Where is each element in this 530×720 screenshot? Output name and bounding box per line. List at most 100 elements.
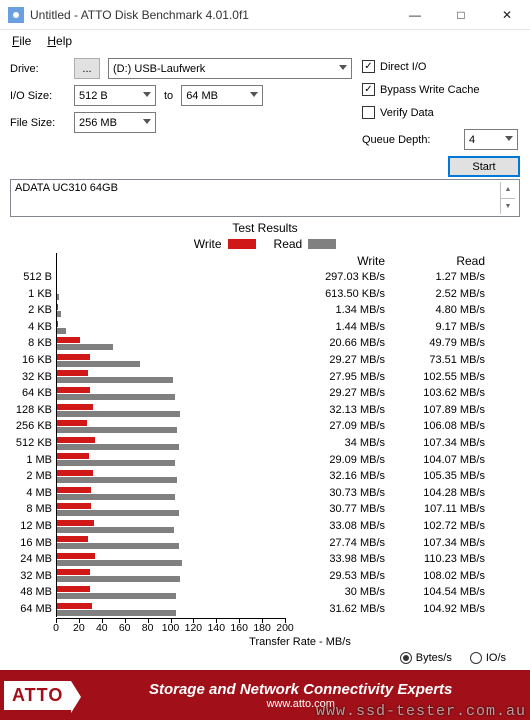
read-value: 73.51 MB/s: [385, 352, 485, 369]
start-button[interactable]: Start: [448, 156, 520, 177]
spinner-up[interactable]: ▲: [501, 182, 515, 199]
bypass-cache-checkbox[interactable]: ✓Bypass Write Cache: [362, 83, 520, 96]
chart-row: [56, 385, 285, 402]
filesize-value: 256 MB: [79, 117, 117, 129]
io-to-label: to: [164, 90, 173, 102]
y-label: 128 KB: [10, 402, 52, 419]
queue-label: Queue Depth:: [362, 134, 431, 146]
minimize-button[interactable]: —: [392, 0, 438, 29]
read-column: Read1.27 MB/s2.52 MB/s4.80 MB/s9.17 MB/s…: [385, 253, 485, 617]
menu-bar: File Help: [0, 30, 530, 54]
chart-row: [56, 551, 285, 568]
write-value: 20.66 MB/s: [285, 335, 385, 352]
chevron-down-icon: [339, 65, 347, 70]
radio-icon: [470, 652, 482, 664]
verify-data-checkbox[interactable]: Verify Data: [362, 106, 520, 119]
io-to-select[interactable]: 64 MB: [181, 85, 263, 106]
write-bar: [56, 337, 80, 343]
read-value: 110.23 MB/s: [385, 551, 485, 568]
read-value: 1.27 MB/s: [385, 269, 485, 286]
verify-data-label: Verify Data: [380, 107, 434, 119]
io-from-value: 512 B: [79, 90, 108, 102]
atto-logo: ATTO: [4, 681, 71, 710]
chart-y-labels: 512 B1 KB2 KB4 KB8 KB16 KB32 KB64 KB128 …: [10, 253, 56, 617]
bar-chart: [56, 253, 285, 617]
x-tick-label: 160: [230, 622, 248, 634]
write-value: 297.03 KB/s: [285, 269, 385, 286]
drive-select[interactable]: (D:) USB-Laufwerk: [108, 58, 352, 79]
x-tick-label: 100: [162, 622, 180, 634]
units-bytes-radio[interactable]: Bytes/s: [400, 652, 452, 664]
write-bar: [56, 603, 92, 609]
read-value: 105.35 MB/s: [385, 468, 485, 485]
read-value: 102.55 MB/s: [385, 369, 485, 386]
drive-browse-button[interactable]: ...: [74, 58, 100, 79]
footer-slogan-1: Storage and Network Connectivity Experts: [71, 681, 530, 698]
read-value: 104.92 MB/s: [385, 601, 485, 618]
description-spinner: ▲ ▼: [500, 182, 515, 214]
y-label: 256 KB: [10, 418, 52, 435]
io-size-label: I/O Size:: [10, 90, 66, 102]
y-label: 8 MB: [10, 501, 52, 518]
read-bar: [56, 477, 177, 483]
y-label: 4 KB: [10, 319, 52, 336]
y-label: 1 KB: [10, 286, 52, 303]
legend-write-label: Write: [194, 237, 222, 251]
y-label: 2 MB: [10, 468, 52, 485]
window-buttons: — □ ✕: [392, 0, 530, 29]
write-value: 29.09 MB/s: [285, 452, 385, 469]
queue-value: 4: [469, 134, 475, 146]
spinner-down[interactable]: ▼: [501, 199, 515, 215]
read-value: 107.34 MB/s: [385, 535, 485, 552]
chevron-down-icon: [143, 119, 151, 124]
y-label: 24 MB: [10, 551, 52, 568]
chevron-down-icon: [143, 92, 151, 97]
read-value: 104.07 MB/s: [385, 452, 485, 469]
description-text: ADATA UC310 64GB: [15, 182, 500, 214]
write-value: 29.27 MB/s: [285, 352, 385, 369]
filesize-select[interactable]: 256 MB: [74, 112, 156, 133]
chart-row: [56, 485, 285, 502]
maximize-button[interactable]: □: [438, 0, 484, 29]
write-bar: [56, 569, 90, 575]
chart-row: [56, 452, 285, 469]
write-value: 27.74 MB/s: [285, 535, 385, 552]
x-tick-label: 0: [53, 622, 59, 634]
write-bar: [56, 354, 90, 360]
units-io-radio[interactable]: IO/s: [470, 652, 506, 664]
close-button[interactable]: ✕: [484, 0, 530, 29]
io-from-select[interactable]: 512 B: [74, 85, 156, 106]
chart-row: [56, 468, 285, 485]
read-bar: [56, 593, 176, 599]
chart-row: [56, 418, 285, 435]
read-bar: [56, 361, 140, 367]
y-label: 512 B: [10, 269, 52, 286]
filesize-label: File Size:: [10, 117, 66, 129]
write-bar: [56, 453, 89, 459]
direct-io-checkbox[interactable]: ✓Direct I/O: [362, 60, 520, 73]
write-value: 29.27 MB/s: [285, 385, 385, 402]
menu-help[interactable]: Help: [41, 32, 78, 50]
read-value: 108.02 MB/s: [385, 568, 485, 585]
write-bar: [56, 503, 91, 509]
x-tick-label: 20: [73, 622, 85, 634]
write-bar: [56, 520, 94, 526]
chart-legend: Write Read: [10, 237, 520, 251]
write-value: 30.77 MB/s: [285, 501, 385, 518]
read-value: 104.28 MB/s: [385, 485, 485, 502]
results-grid: 512 B1 KB2 KB4 KB8 KB16 KB32 KB64 KB128 …: [10, 253, 520, 617]
chart-row: [56, 435, 285, 452]
menu-file[interactable]: File: [6, 32, 37, 50]
chart-row: [56, 352, 285, 369]
chart-row: [56, 518, 285, 535]
y-label: 32 KB: [10, 369, 52, 386]
x-tick-label: 40: [96, 622, 108, 634]
write-value: 30 MB/s: [285, 584, 385, 601]
read-value: 49.79 MB/s: [385, 335, 485, 352]
y-label: 64 KB: [10, 385, 52, 402]
read-bar: [56, 510, 179, 516]
read-value: 106.08 MB/s: [385, 418, 485, 435]
description-textbox[interactable]: ADATA UC310 64GB ▲ ▼: [10, 179, 520, 217]
queue-select[interactable]: 4: [464, 129, 518, 150]
window-title: Untitled - ATTO Disk Benchmark 4.01.0f1: [30, 8, 392, 22]
